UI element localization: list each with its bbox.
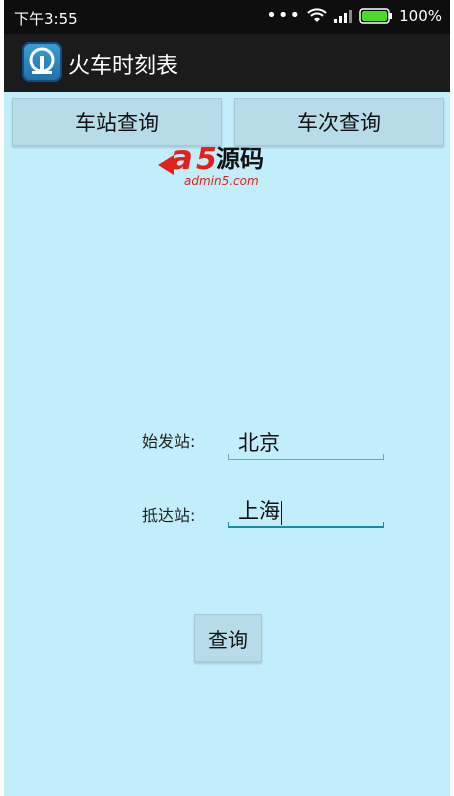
destination-value: 上海 [238,499,280,523]
svg-text:a: a [170,138,193,178]
status-icons: ••• 100% [266,5,442,26]
svg-text:5: 5 [196,142,217,177]
destination-input[interactable]: 上海 [228,496,384,528]
destination-label: 抵达站: [142,506,196,525]
query-button[interactable]: 查询 [194,614,262,662]
origin-label: 始发站: [142,432,196,451]
a5-watermark-logo: a 5 源码 admin5.com [158,138,264,188]
more-dots-icon: ••• [266,5,302,26]
text-cursor [281,501,282,525]
status-bar: 下午3:55 ••• 100% [4,0,450,34]
app-screen: 下午3:55 ••• 100% 火车时刻表 车站查询 车次查询 a 5 源码 a… [4,0,450,796]
signal-bars-icon [334,10,353,23]
svg-text:源码: 源码 [216,145,264,173]
battery-percent: 100% [399,7,442,25]
destination-underline [228,522,384,528]
train-logo-icon[interactable] [22,42,62,82]
battery-icon [359,8,393,24]
watermark-domain: admin5.com [184,174,259,188]
status-time: 下午3:55 [14,10,78,28]
wifi-icon [307,8,327,22]
origin-underline [228,454,384,460]
origin-value: 北京 [238,431,280,455]
origin-input[interactable]: 北京 [228,428,384,460]
action-bar: 火车时刻表 [4,34,450,92]
app-title: 火车时刻表 [68,54,179,79]
